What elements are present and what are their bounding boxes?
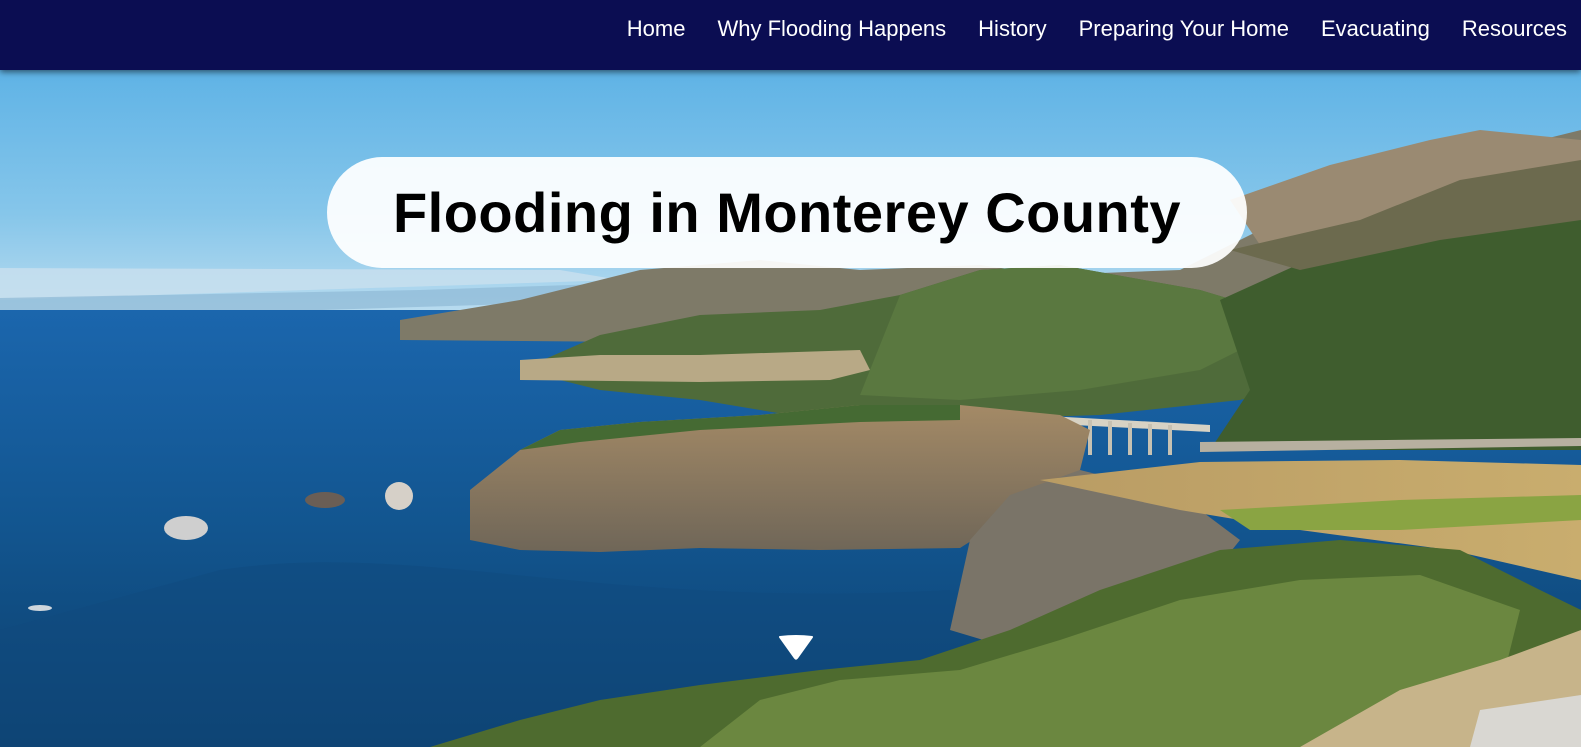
hero-section: Flooding in Monterey County [0,70,1581,747]
nav-menu: Home Why Flooding Happens History Prepar… [595,0,1567,58]
scroll-down-button[interactable] [778,633,814,661]
hero-title-banner: Flooding in Monterey County [327,157,1247,268]
nav-link-resources[interactable]: Resources [1462,16,1567,41]
nav-link-home[interactable]: Home [627,16,686,41]
nav-link-evacuating[interactable]: Evacuating [1321,16,1430,41]
nav-link-preparing-your-home[interactable]: Preparing Your Home [1079,16,1289,41]
chevron-down-icon [779,635,813,660]
nav-link-history[interactable]: History [978,16,1046,41]
top-navigation-bar: Home Why Flooding Happens History Prepar… [0,0,1581,70]
nav-link-why-flooding-happens[interactable]: Why Flooding Happens [717,16,946,41]
page: Home Why Flooding Happens History Prepar… [0,0,1581,747]
page-title: Flooding in Monterey County [392,181,1182,244]
